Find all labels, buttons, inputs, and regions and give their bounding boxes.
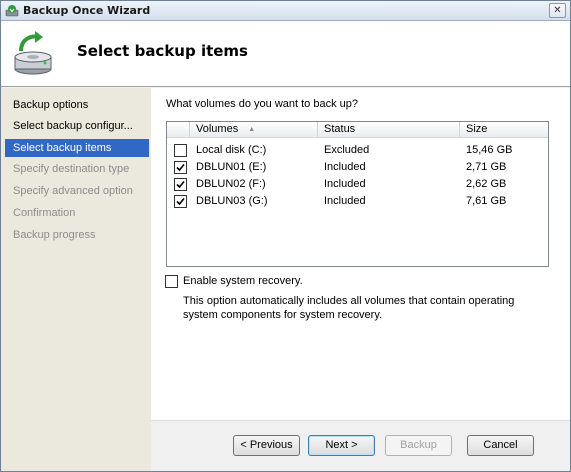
checkmark-icon — [176, 180, 185, 189]
wizard-header: Select backup items — [1, 21, 570, 87]
nav-step-specify-destination-type: Specify destination type — [13, 163, 130, 175]
column-header-volumes[interactable]: Volumes ▲ — [190, 122, 318, 138]
column-header-status[interactable]: Status — [318, 122, 460, 138]
enable-system-recovery-label[interactable]: Enable system recovery. — [183, 275, 303, 288]
volume-size-cell: 7,61 GB — [466, 195, 507, 207]
title-bar[interactable]: Backup Once Wizard ✕ — [1, 1, 570, 21]
volumes-list-header: Volumes ▲ Status Size — [167, 122, 548, 138]
volume-status-cell: Included — [324, 178, 366, 190]
nav-step-select-backup-configuration[interactable]: Select backup configur... — [1, 117, 151, 135]
backup-app-icon — [5, 5, 19, 17]
sort-ascending-icon: ▲ — [248, 126, 256, 133]
volume-status-cell: Included — [324, 161, 366, 173]
volume-name-cell: Local disk (C:) — [196, 144, 267, 156]
close-button[interactable]: ✕ — [549, 3, 566, 18]
system-recovery-description: This option automatically includes all v… — [183, 295, 515, 321]
volume-size-cell: 2,62 GB — [466, 178, 507, 190]
volume-checkbox[interactable] — [174, 161, 187, 174]
volume-name-cell: DBLUN02 (F:) — [196, 178, 266, 190]
checkbox-column-header[interactable] — [167, 122, 190, 138]
window-title: Backup Once Wizard — [23, 4, 151, 17]
volume-row[interactable]: DBLUN03 (G:) Included 7,61 GB — [167, 193, 548, 210]
volume-checkbox[interactable] — [174, 178, 187, 191]
cancel-button[interactable]: Cancel — [467, 435, 534, 456]
wizard-button-bar: < Previous Next > Backup Cancel — [151, 420, 570, 471]
previous-button[interactable]: < Previous — [233, 435, 300, 456]
volume-row[interactable]: DBLUN01 (E:) Included 2,71 GB — [167, 159, 548, 176]
volume-size-cell: 2,71 GB — [466, 161, 507, 173]
content-panel: What volumes do you want to back up? Vol… — [151, 88, 570, 420]
checkmark-icon — [176, 197, 185, 206]
nav-step-select-backup-items[interactable]: Select backup items — [5, 139, 149, 157]
nav-step-confirmation: Confirmation — [13, 207, 76, 219]
volume-checkbox[interactable] — [174, 195, 187, 208]
next-button[interactable]: Next > — [308, 435, 375, 456]
checkmark-icon — [176, 163, 185, 172]
volume-name-cell: DBLUN01 (E:) — [196, 161, 267, 173]
enable-system-recovery-checkbox[interactable] — [165, 275, 178, 288]
volume-status-cell: Included — [324, 195, 366, 207]
volume-row[interactable]: DBLUN02 (F:) Included 2,62 GB — [167, 176, 548, 193]
backup-button: Backup — [385, 435, 452, 456]
disk-backup-icon — [14, 31, 52, 75]
nav-step-backup-progress: Backup progress — [13, 229, 96, 241]
volume-name-cell: DBLUN03 (G:) — [196, 195, 268, 207]
nav-step-backup-options[interactable]: Backup options — [1, 96, 151, 114]
page-title: Select backup items — [77, 42, 248, 60]
volumes-question: What volumes do you want to back up? — [166, 98, 358, 110]
volume-status-cell: Excluded — [324, 144, 370, 156]
wizard-steps-sidebar: Backup options Select backup configur...… — [1, 88, 151, 471]
volumes-list[interactable]: Volumes ▲ Status Size Local disk (C:) Excl… — [166, 121, 549, 267]
close-icon: ✕ — [553, 5, 562, 16]
nav-step-specify-advanced-option: Specify advanced option — [13, 185, 133, 197]
volume-checkbox[interactable] — [174, 144, 187, 157]
volume-size-cell: 15,46 GB — [466, 144, 513, 156]
column-header-size[interactable]: Size — [460, 122, 548, 138]
column-header-volumes-label: Volumes — [196, 123, 239, 135]
volume-row[interactable]: Local disk (C:) Excluded 15,46 GB — [167, 142, 548, 159]
wizard-window: Backup Once Wizard ✕ Select backup items… — [0, 0, 571, 472]
